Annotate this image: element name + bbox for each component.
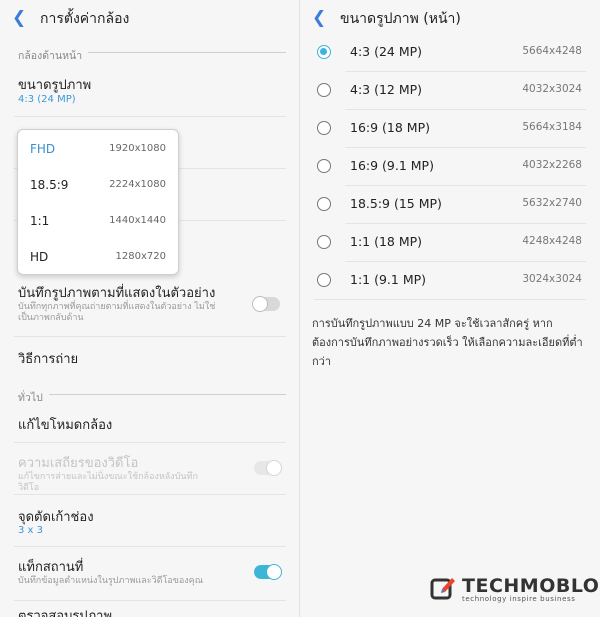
- page-title: ขนาดรูปภาพ (หน้า): [340, 11, 461, 27]
- radio-icon[interactable]: [317, 273, 331, 287]
- edit-camera-modes-title: แก้ไขโหมดกล้อง: [18, 418, 113, 433]
- video-stabilization-setting: ความเสถียรของวิดีโอ แก้ไขการส่ายและไม่นิ…: [0, 444, 300, 494]
- save-as-preview-title: บันทึกรูปภาพตามที่แสดงในตัวอย่าง: [18, 286, 216, 301]
- logo-mark-icon: [430, 578, 455, 600]
- page-title: การตั้งค่ากล้อง: [40, 11, 130, 27]
- review-pictures-title: ตรวจสอบรูปภาพ: [18, 609, 113, 617]
- divider: [14, 336, 286, 337]
- edit-camera-modes-setting[interactable]: แก้ไขโหมดกล้อง: [0, 404, 300, 442]
- divider: [14, 546, 286, 547]
- video-option-1-1[interactable]: 1:1 1440x1440: [18, 203, 178, 239]
- size-option-row[interactable]: 16:9 (18 MP) 5664x3184: [300, 110, 600, 148]
- size-option-row[interactable]: 18.5:9 (15 MP) 5632x2740: [300, 186, 600, 224]
- video-stabilization-desc: แก้ไขการส่ายและไม่นิ่งขณะใช้กล้องหลังบัน…: [18, 472, 198, 493]
- camera-settings-panel: ❮ การตั้งค่ากล้อง กล้องด้านหน้า ขนาดรูปภ…: [0, 0, 300, 617]
- video-option-name: FHD: [30, 142, 56, 156]
- divider: [14, 116, 286, 117]
- video-option-name: HD: [30, 250, 49, 264]
- size-option-row[interactable]: 1:1 (18 MP) 4248x4248: [300, 224, 600, 262]
- picture-size-title: ขนาดรูปภาพ: [18, 78, 92, 93]
- radio-icon[interactable]: [317, 235, 331, 249]
- picture-size-value: 4:3 (24 MP): [18, 94, 76, 105]
- divider: [314, 299, 586, 300]
- radio-icon[interactable]: [317, 83, 331, 97]
- video-stabilization-title: ความเสถียรของวิดีโอ: [18, 456, 139, 471]
- divider: [14, 442, 286, 443]
- size-option-label: 1:1 (9.1 MP): [350, 272, 427, 287]
- back-icon[interactable]: ❮: [312, 8, 326, 28]
- size-option-row[interactable]: 1:1 (9.1 MP) 3024x3024: [300, 262, 600, 300]
- size-option-label: 16:9 (18 MP): [350, 120, 430, 135]
- size-option-row[interactable]: 4:3 (24 MP) 5664x4248: [300, 34, 600, 72]
- picture-size-setting[interactable]: ขนาดรูปภาพ 4:3 (24 MP): [0, 66, 300, 116]
- radio-icon[interactable]: [317, 121, 331, 135]
- video-option-res: 2224x1080: [109, 179, 166, 190]
- location-tags-desc: บันทึกข้อมูลตำแหน่งในรูปภาพและวิดีโอของค…: [18, 576, 204, 586]
- picture-size-header: ❮ ขนาดรูปภาพ (หน้า): [300, 0, 600, 38]
- video-option-18-5-9[interactable]: 18.5:9 2224x1080: [18, 167, 178, 203]
- grid-lines-setting[interactable]: จุดตัดเก้าช่อง 3 x 3: [0, 496, 300, 544]
- grid-lines-title: จุดตัดเก้าช่อง: [18, 510, 94, 525]
- section-label: กล้องด้านหน้า: [18, 50, 89, 62]
- size-option-label: 16:9 (9.1 MP): [350, 158, 434, 173]
- save-as-preview-setting[interactable]: บันทึกรูปภาพตามที่แสดงในตัวอย่าง บันทึกท…: [0, 276, 300, 334]
- size-option-res: 4032x2268: [522, 159, 582, 171]
- divider: [14, 600, 286, 601]
- picture-size-description: การบันทึกรูปภาพแบบ 24 MP จะใช้เวลาสักครู…: [312, 317, 583, 368]
- location-tags-toggle[interactable]: [254, 564, 282, 580]
- video-option-res: 1440x1440: [109, 215, 166, 226]
- video-option-fhd[interactable]: FHD 1920x1080: [18, 131, 178, 167]
- section-label: ทั่วไป: [18, 392, 49, 404]
- save-as-preview-desc: บันทึกทุกภาพที่คุณถ่ายตามที่แสดงในตัวอย่…: [18, 302, 216, 323]
- video-stabilization-toggle: [254, 460, 282, 476]
- shooting-methods-title: วิธีการถ่าย: [18, 352, 79, 367]
- radio-icon[interactable]: [317, 159, 331, 173]
- size-option-res: 4032x3024: [522, 83, 582, 95]
- picture-size-panel: ❮ ขนาดรูปภาพ (หน้า) 4:3 (24 MP) 5664x424…: [300, 0, 600, 617]
- save-as-preview-toggle[interactable]: [252, 296, 280, 312]
- section-header-general: ทั่วไป: [18, 386, 300, 404]
- video-option-hd[interactable]: HD 1280x720: [18, 239, 178, 275]
- size-option-row[interactable]: 4:3 (12 MP) 4032x3024: [300, 72, 600, 110]
- grid-lines-value: 3 x 3: [18, 525, 43, 536]
- size-option-label: 4:3 (12 MP): [350, 82, 423, 97]
- techmoblog-logo: TECHMOBLOG technology inspire business: [430, 575, 600, 605]
- video-option-res: 1280x720: [115, 251, 166, 262]
- size-option-label: 4:3 (24 MP): [350, 44, 423, 59]
- size-option-res: 5664x4248: [522, 45, 582, 57]
- size-option-label: 1:1 (18 MP): [350, 234, 423, 249]
- video-option-name: 18.5:9: [30, 178, 69, 192]
- back-icon[interactable]: ❮: [12, 8, 26, 28]
- size-option-res: 5632x2740: [522, 197, 582, 209]
- location-tags-title: แท็กสถานที่: [18, 560, 84, 575]
- location-tags-setting[interactable]: แท็กสถานที่ บันทึกข้อมูลตำแหน่งในรูปภาพแ…: [0, 548, 300, 598]
- size-option-res: 3024x3024: [522, 273, 582, 285]
- video-option-name: 1:1: [30, 214, 50, 228]
- radio-selected-icon[interactable]: [317, 45, 331, 59]
- divider: [14, 494, 286, 495]
- review-pictures-setting[interactable]: ตรวจสอบรูปภาพ: [0, 603, 300, 617]
- shooting-methods-setting[interactable]: วิธีการถ่าย: [0, 338, 300, 378]
- size-option-res: 5664x3184: [522, 121, 582, 133]
- logo-tagline: technology inspire business: [462, 595, 576, 603]
- size-option-row[interactable]: 16:9 (9.1 MP) 4032x2268: [300, 148, 600, 186]
- logo-brand: TECHMOBLOG: [462, 575, 600, 597]
- radio-icon[interactable]: [317, 197, 331, 211]
- section-header-rear: กล้องด้านหน้า: [18, 44, 300, 62]
- size-option-label: 18.5:9 (15 MP): [350, 196, 442, 211]
- size-option-res: 4248x4248: [522, 235, 582, 247]
- video-option-res: 1920x1080: [109, 143, 166, 154]
- settings-header: ❮ การตั้งค่ากล้อง: [0, 0, 300, 38]
- video-size-popup: FHD 1920x1080 18.5:9 2224x1080 1:1 1440x…: [17, 129, 179, 275]
